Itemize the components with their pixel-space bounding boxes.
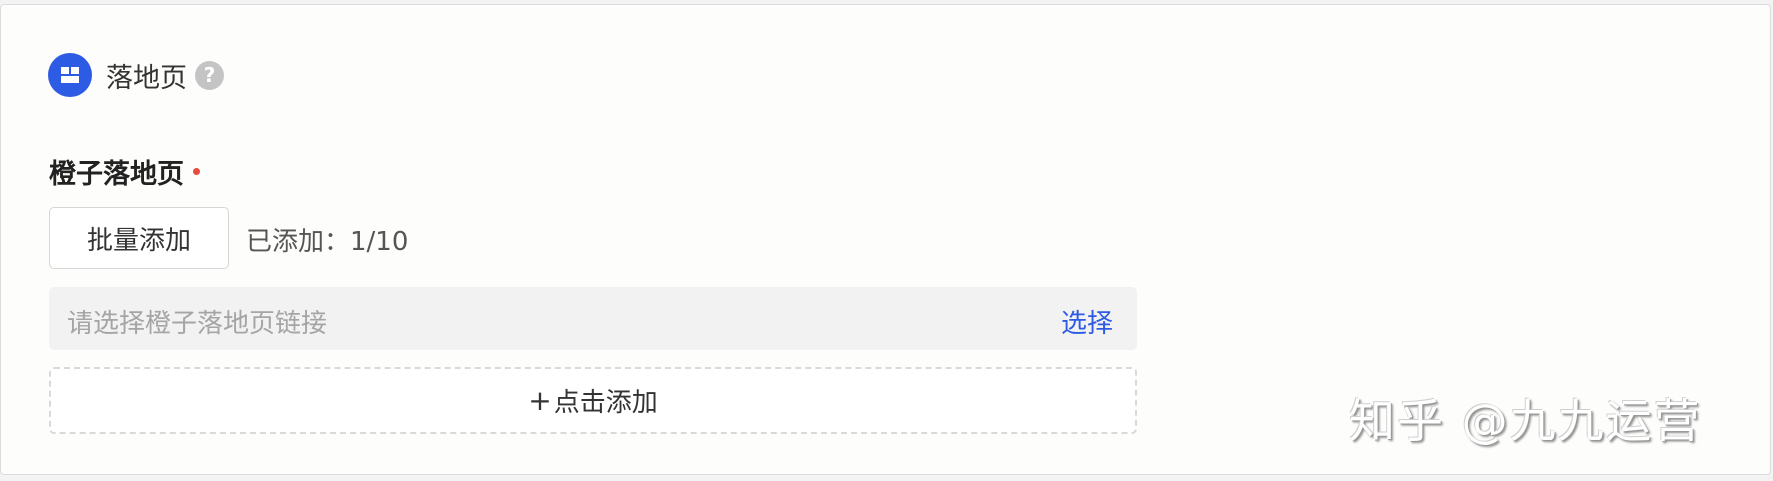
question-circle-icon[interactable]: ? — [195, 60, 224, 90]
added-count: 已添加：1/10 — [246, 227, 409, 257]
section-title: 落地页 — [106, 62, 187, 94]
field-label: 橙子落地页 — [49, 152, 200, 191]
add-item-button[interactable]: + 点击添加 — [49, 367, 1137, 434]
section-header: 落地页 ? — [48, 53, 224, 97]
landing-page-card: 落地页 ? 橙子落地页 批量添加 已添加：1/10 请选择橙子落地页链接 选择 … — [0, 4, 1771, 475]
required-indicator — [193, 168, 200, 175]
layout-grid-icon — [48, 53, 92, 97]
link-input-placeholder: 请选择橙子落地页链接 — [67, 309, 328, 339]
add-item-label: 点击添加 — [553, 388, 658, 418]
batch-add-button[interactable]: 批量添加 — [49, 207, 229, 269]
landing-page-link-input[interactable]: 请选择橙子落地页链接 选择 — [49, 287, 1137, 350]
watermark: 知乎 @九九运营 — [1349, 394, 1702, 448]
select-link-button[interactable]: 选择 — [1061, 303, 1113, 340]
plus-icon: + — [528, 384, 552, 417]
field-label-text: 橙子落地页 — [49, 159, 184, 190]
